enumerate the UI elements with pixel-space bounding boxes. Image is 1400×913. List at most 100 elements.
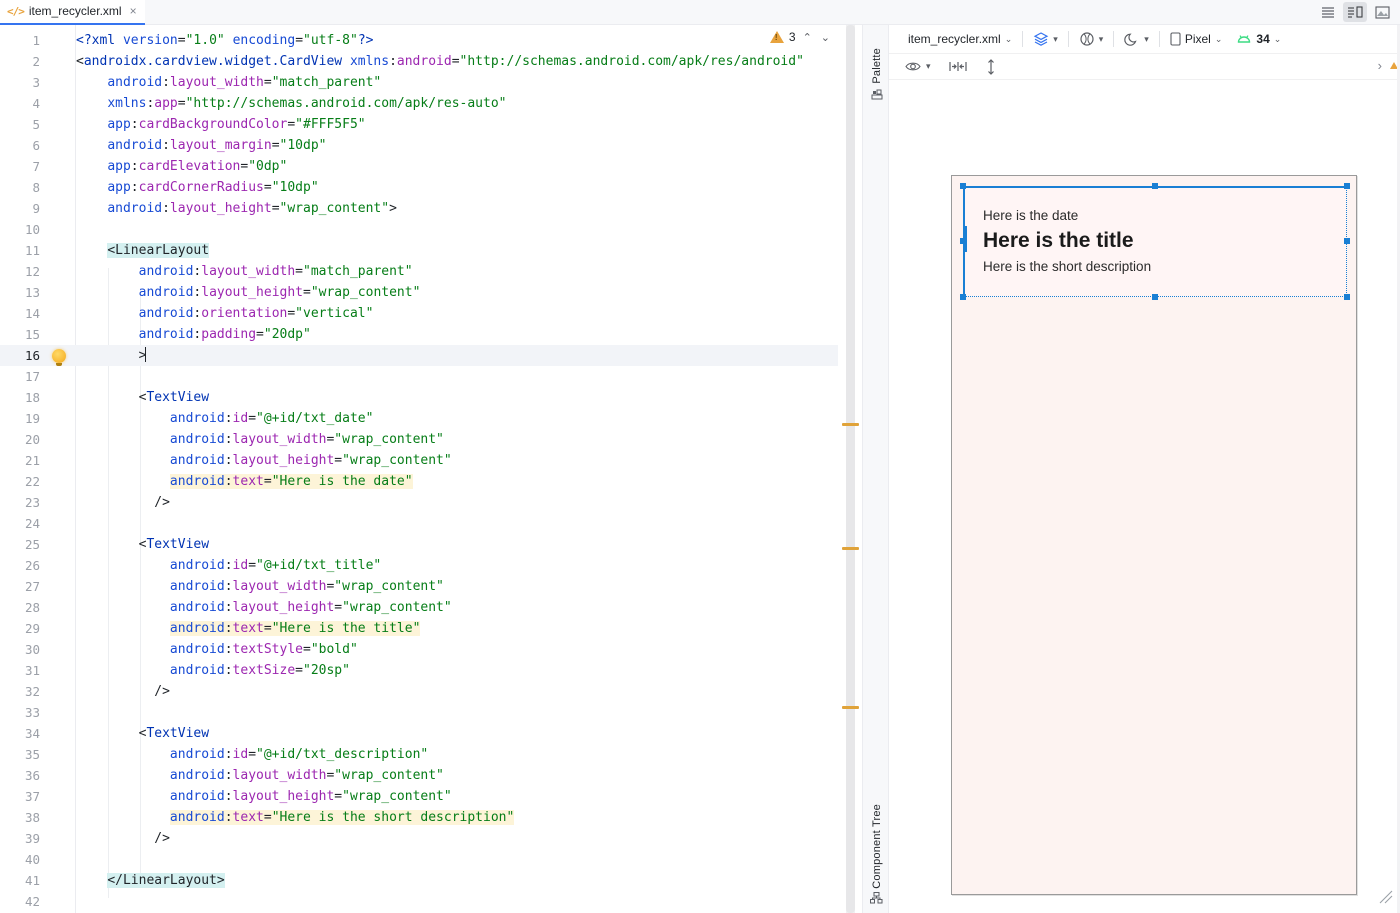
gutter-line-number[interactable]: 39 [0, 828, 76, 849]
warning-marker[interactable] [842, 423, 859, 426]
resize-handle-top-left[interactable] [960, 183, 966, 189]
gutter-line-number[interactable]: 6 [0, 135, 76, 156]
resize-handle-top-right[interactable] [1344, 183, 1350, 189]
code-line[interactable]: xmlns:app="http://schemas.android.com/ap… [76, 93, 838, 114]
gutter-line-number[interactable]: 14 [0, 303, 76, 324]
gutter-line-number[interactable]: 1 [0, 30, 76, 51]
code-line[interactable]: android:text="Here is the date" [76, 471, 838, 492]
gutter-line-number[interactable]: 35 [0, 744, 76, 765]
visibility-toggle[interactable]: ▾ [903, 56, 933, 78]
resize-handle-bottom-center[interactable] [1152, 294, 1158, 300]
device-frame[interactable]: Here is the date Here is the title Here … [951, 175, 1357, 895]
code-line[interactable]: android:id="@+id/txt_title" [76, 555, 838, 576]
resize-handle-top-center[interactable] [1152, 183, 1158, 189]
code-line[interactable]: android:text="Here is the short descript… [76, 807, 838, 828]
code-line[interactable]: <?xml version="1.0" encoding="utf-8"?> [76, 30, 838, 51]
gutter-line-number[interactable]: 32 [0, 681, 76, 702]
code-editor-pane[interactable]: 1 2 3 4 5 6 7 8 9 10 11 12 13 14 15 16 17 18 19 20 21 22 23 24 2… [0, 25, 862, 913]
gutter-line-number[interactable]: 40 [0, 849, 76, 870]
resize-grip-icon[interactable] [1378, 889, 1394, 905]
scrollbar-thumb[interactable] [846, 25, 855, 913]
code-line[interactable]: android:layout_width="wrap_content" [76, 429, 838, 450]
code-line[interactable]: > [76, 345, 838, 366]
blueprint-mode-button[interactable]: ▾ [1072, 28, 1111, 50]
gutter-line-number[interactable]: 37 [0, 786, 76, 807]
code-line[interactable]: android:id="@+id/txt_description" [76, 744, 838, 765]
gutter-line-number[interactable]: 2 [0, 51, 76, 72]
txt-title-preview[interactable]: Here is the title [983, 228, 1327, 254]
code-line[interactable]: <TextView [76, 723, 838, 744]
gutter-line-number[interactable]: 4 [0, 93, 76, 114]
code-line[interactable] [76, 891, 838, 912]
preview-canvas[interactable]: Here is the date Here is the title Here … [889, 80, 1400, 913]
code-line[interactable]: /> [76, 492, 838, 513]
gutter-line-number[interactable]: 30 [0, 639, 76, 660]
code-text-area[interactable]: <?xml version="1.0" encoding="utf-8"?> <a… [76, 25, 838, 913]
intention-bulb-icon[interactable] [52, 349, 66, 366]
code-line[interactable]: <TextView [76, 534, 838, 555]
component-tree-tab[interactable]: Component Tree [863, 795, 890, 913]
design-surface-button[interactable]: ▾ [1026, 28, 1065, 50]
gutter-line-number[interactable]: 7 [0, 156, 76, 177]
code-line[interactable]: android:layout_height="wrap_content" [76, 450, 838, 471]
code-line[interactable]: android:padding="20dp" [76, 324, 838, 345]
code-line[interactable]: app:cardCornerRadius="10dp" [76, 177, 838, 198]
cardview-preview[interactable]: Here is the date Here is the title Here … [963, 186, 1347, 297]
api-level-selector[interactable]: 34 ⌄ [1229, 28, 1288, 50]
code-line[interactable]: android:layout_width="wrap_content" [76, 576, 838, 597]
night-mode-button[interactable]: ▾ [1117, 28, 1156, 50]
gutter-line-number[interactable]: 27 [0, 576, 76, 597]
resize-handle-bottom-left[interactable] [960, 294, 966, 300]
next-problem-icon[interactable]: ⌄ [819, 31, 832, 44]
resize-handle-middle-left[interactable] [960, 238, 966, 244]
palette-tab[interactable]: Palette [863, 37, 890, 111]
gutter-line-number[interactable]: 12 [0, 261, 76, 282]
gutter-line-number[interactable]: 24 [0, 513, 76, 534]
gutter-line-number[interactable]: 9 [0, 198, 76, 219]
editor-scrollbar-markers[interactable] [838, 25, 862, 913]
code-line[interactable] [76, 513, 838, 534]
code-line[interactable]: </LinearLayout> [76, 870, 838, 891]
code-line[interactable]: android:layout_margin="10dp" [76, 135, 838, 156]
code-line[interactable]: <androidx.cardview.widget.CardView xmlns… [76, 51, 838, 72]
code-line[interactable]: android:layout_height="wrap_content" [76, 786, 838, 807]
vertical-constraints-toggle[interactable] [983, 56, 999, 78]
txt-date-preview[interactable]: Here is the date [983, 206, 1327, 227]
gutter-line-number[interactable]: 23 [0, 492, 76, 513]
resize-handle-middle-right[interactable] [1344, 238, 1350, 244]
code-line[interactable]: app:cardBackgroundColor="#FFF5F5" [76, 114, 838, 135]
code-line[interactable]: android:layout_height="wrap_content" [76, 282, 838, 303]
gutter-line-number[interactable]: 38 [0, 807, 76, 828]
prev-problem-icon[interactable]: ⌃ [801, 31, 814, 44]
inspection-status[interactable]: 3 ⌃ ⌄ [769, 30, 832, 44]
gutter-line-number[interactable]: 8 [0, 177, 76, 198]
gutter-line-number[interactable]: 18 [0, 387, 76, 408]
gutter-line-number[interactable]: 33 [0, 702, 76, 723]
warning-marker[interactable] [842, 706, 859, 709]
code-line[interactable]: <LinearLayout [76, 240, 838, 261]
gutter-line-number[interactable]: 5 [0, 114, 76, 135]
code-line[interactable]: android:layout_height="wrap_content" [76, 597, 838, 618]
code-line[interactable]: <TextView [76, 387, 838, 408]
code-line[interactable]: /> [76, 828, 838, 849]
preview-file-selector[interactable]: item_recycler.xml ⌄ [901, 28, 1019, 50]
gutter-line-number[interactable]: 19 [0, 408, 76, 429]
code-line[interactable] [76, 849, 838, 870]
gutter-line-number[interactable]: 3 [0, 72, 76, 93]
code-line[interactable]: /> [76, 681, 838, 702]
code-line[interactable]: android:layout_height="wrap_content"> [76, 198, 838, 219]
gutter-line-number[interactable]: 36 [0, 765, 76, 786]
code-line[interactable]: android:textSize="20sp" [76, 660, 838, 681]
gutter-line-number[interactable]: 22 [0, 471, 76, 492]
horizontal-constraints-toggle[interactable] [947, 56, 969, 78]
txt-description-preview[interactable]: Here is the short description [983, 257, 1327, 278]
code-line[interactable]: android:layout_width="match_parent" [76, 261, 838, 282]
code-line[interactable] [76, 702, 838, 723]
gutter-line-number[interactable]: 34 [0, 723, 76, 744]
code-line[interactable]: android:orientation="vertical" [76, 303, 838, 324]
code-line[interactable]: app:cardElevation="0dp" [76, 156, 838, 177]
code-line[interactable]: android:id="@+id/txt_date" [76, 408, 838, 429]
gutter-line-number[interactable]: 25 [0, 534, 76, 555]
device-selector[interactable]: Pixel ⌄ [1163, 28, 1230, 50]
gutter-line-number[interactable]: 31 [0, 660, 76, 681]
